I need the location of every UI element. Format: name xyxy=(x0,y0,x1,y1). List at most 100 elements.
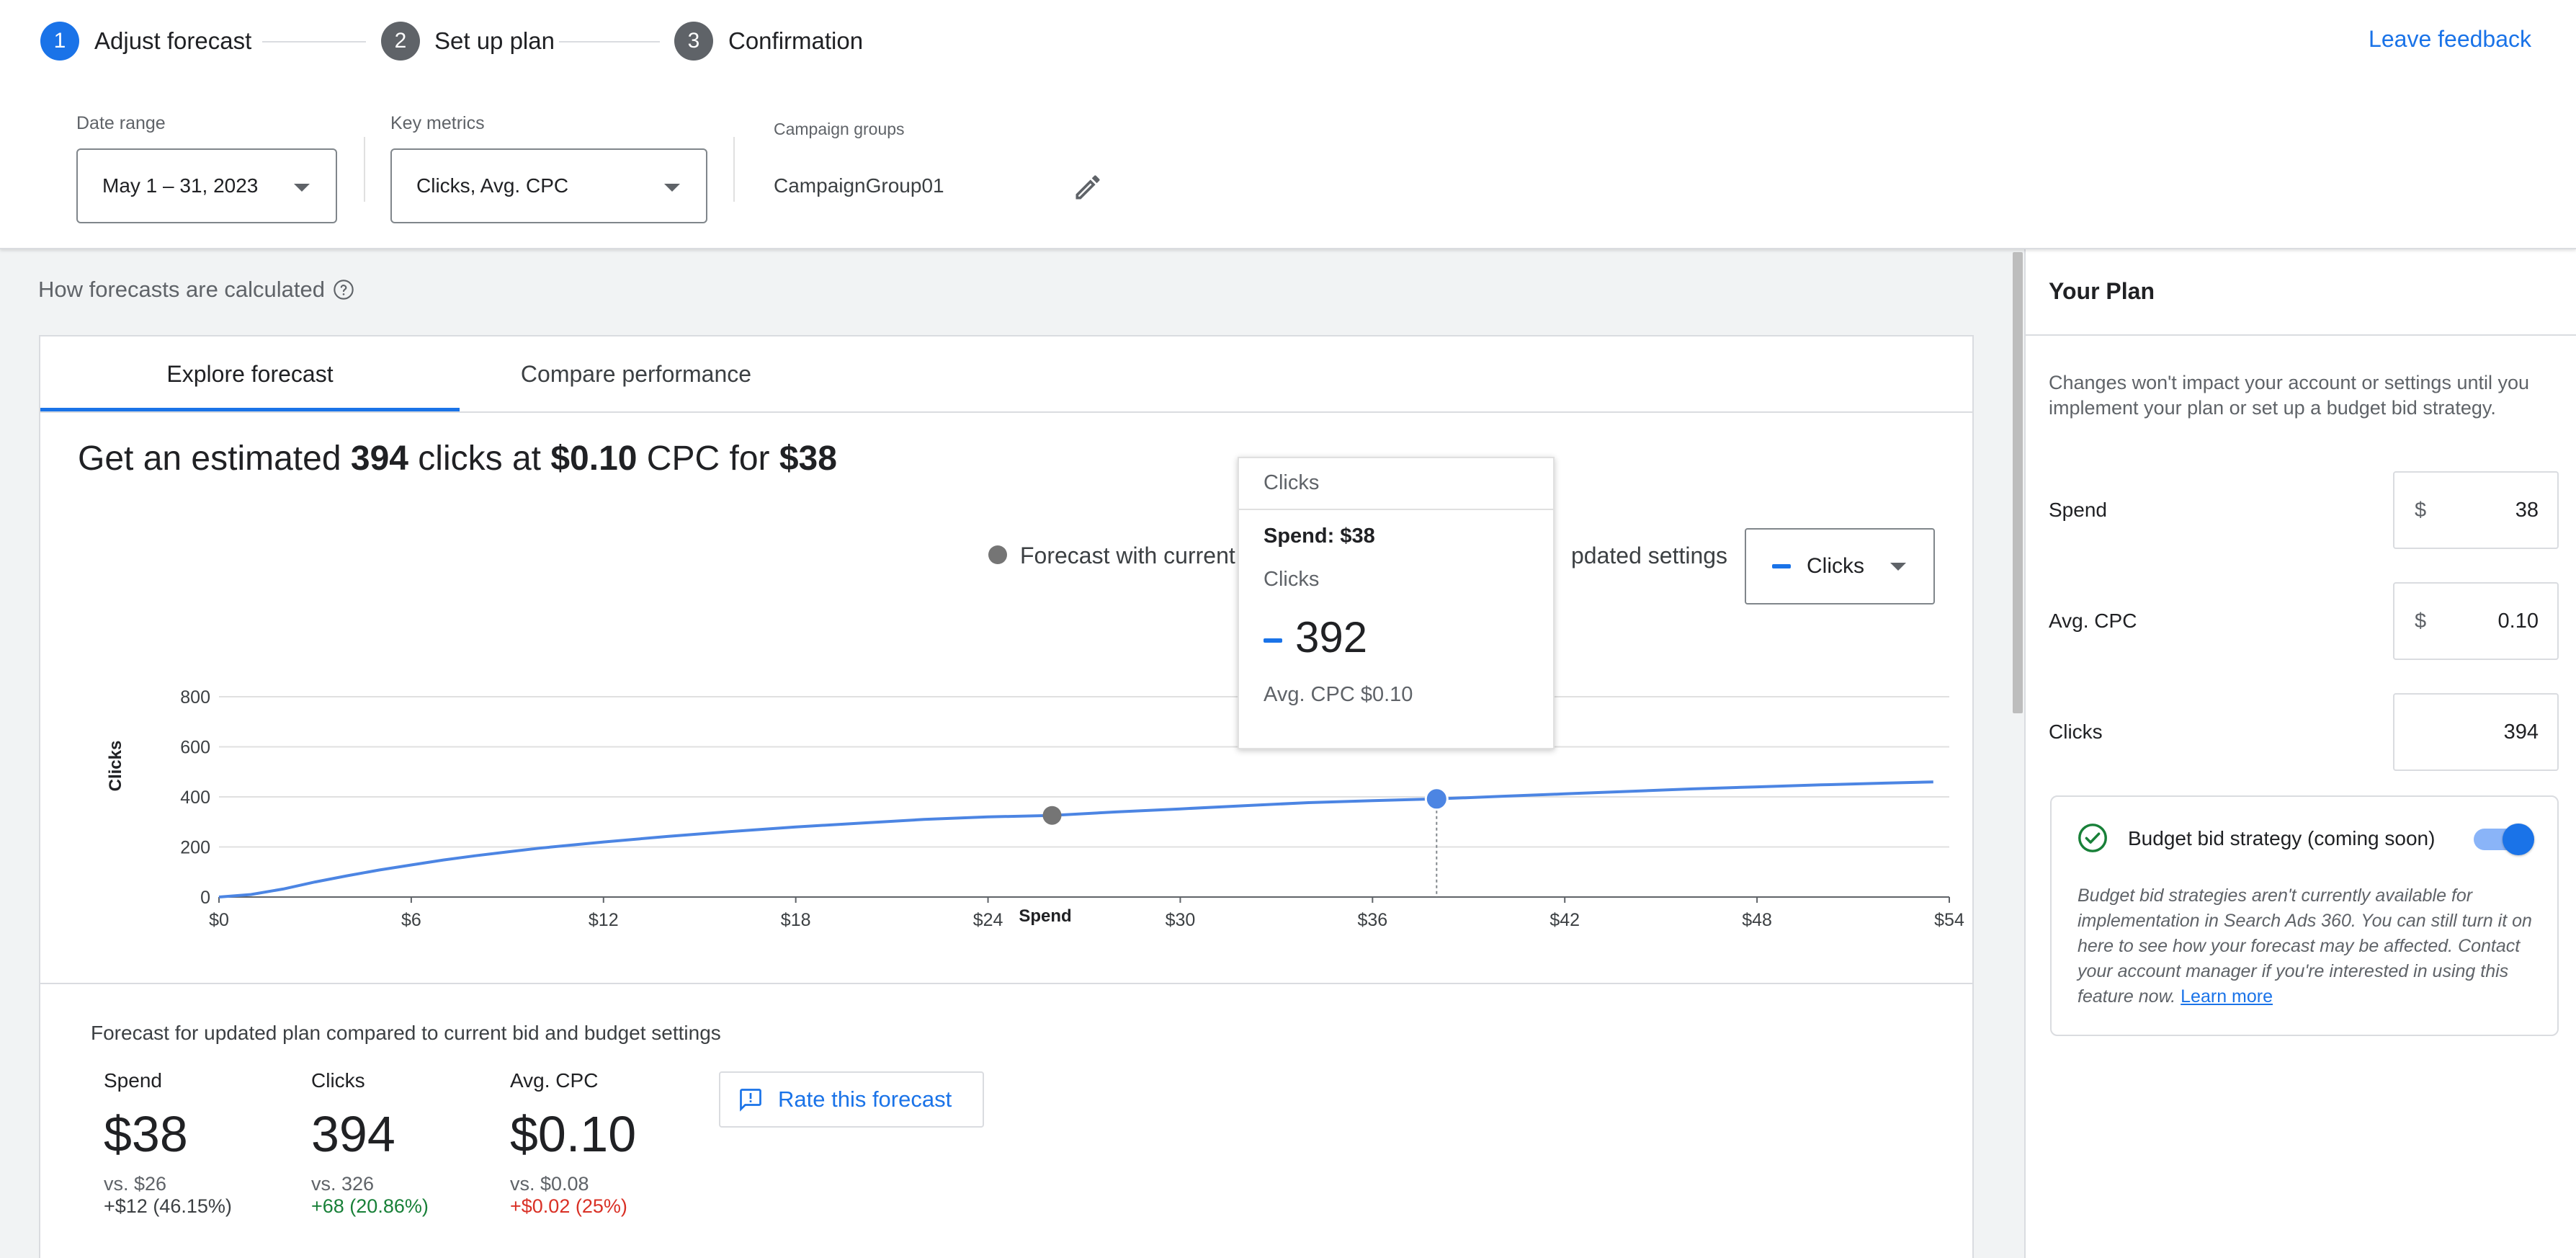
stat-value: $0.10 xyxy=(510,1106,637,1162)
stat-label: Spend xyxy=(104,1069,162,1092)
tab-label: Explore forecast xyxy=(166,361,334,387)
top-header: 1 Adjust forecast 2 Set up plan 3 Confir… xyxy=(0,0,2576,249)
series-line-icon xyxy=(1772,564,1791,568)
chart-tooltip: Clicks Spend: $38 Clicks 392 Avg. CPC $0… xyxy=(1238,457,1555,749)
date-range-select[interactable]: May 1 – 31, 2023 xyxy=(76,148,337,223)
tooltip-spend: Spend: $38 xyxy=(1264,525,1375,548)
currency-prefix: $ xyxy=(2415,609,2427,633)
x-tick-label: $24 xyxy=(973,910,1003,930)
learn-more-link[interactable]: Learn more xyxy=(2181,986,2273,1007)
y-axis-ticks: 800 600 400 200 0 xyxy=(180,687,210,908)
plan-clicks-value: 394 xyxy=(2503,720,2539,744)
headline-clicks: 394 xyxy=(350,440,408,478)
step-3-label: Confirmation xyxy=(728,27,864,54)
budget-strategy-card: Budget bid strategy (coming soon) Budget… xyxy=(2050,795,2559,1036)
x-tick-label: $6 xyxy=(401,910,421,930)
filter-divider xyxy=(733,137,735,202)
legend-updated-label: pdated settings xyxy=(1571,543,1728,568)
key-metrics-value: Clicks, Avg. CPC xyxy=(416,174,569,197)
step-2-indicator: 2 xyxy=(381,22,420,61)
x-tick-label: $42 xyxy=(1549,910,1580,930)
plan-cpc-label: Avg. CPC xyxy=(2049,610,2137,632)
plan-clicks-label: Clicks xyxy=(2049,721,2103,743)
tooltip-value: 392 xyxy=(1295,613,1368,661)
currency-prefix: $ xyxy=(2415,498,2427,522)
step-1-label: Adjust forecast xyxy=(94,27,252,54)
stat-label: Avg. CPC xyxy=(510,1069,599,1092)
x-tick-label: $18 xyxy=(781,910,811,930)
x-axis-ticks: $0 $6 $12 $18 $24 $30 $36 $42 $48 $54 xyxy=(209,897,1964,930)
tooltip-header: Clicks xyxy=(1264,471,1320,494)
y-tick-label: 600 xyxy=(180,738,210,758)
budget-strategy-toggle[interactable] xyxy=(2474,824,2534,855)
step-3-indicator: 3 xyxy=(674,22,713,61)
how-forecasts-calculated-text: How forecasts are calculated xyxy=(38,277,326,302)
panel-title: Your Plan xyxy=(2049,278,2155,304)
x-tick-label: $12 xyxy=(589,910,619,930)
stat-delta: +68 (20.86%) xyxy=(311,1195,429,1217)
tabs-divider xyxy=(40,411,1974,413)
stat-avg-cpc: Avg. CPC $0.10 vs. $0.08 +$0.02 (25%) xyxy=(510,1069,636,1218)
filter-divider xyxy=(364,137,365,202)
current-forecast-point xyxy=(1042,806,1062,825)
headline-text: Get an estimated xyxy=(78,440,351,478)
x-tick-label: $54 xyxy=(1934,910,1964,930)
y-tick-label: 400 xyxy=(180,788,210,808)
stat-value: $38 xyxy=(104,1106,188,1162)
x-tick-label: $0 xyxy=(209,910,229,930)
stat-spend: Spend $38 vs. $26 +$12 (46.15%) xyxy=(104,1069,232,1218)
step-connector xyxy=(559,41,660,43)
stat-value: 394 xyxy=(311,1106,395,1162)
y-tick-label: 0 xyxy=(200,888,210,908)
tab-compare-performance[interactable]: Compare performance xyxy=(460,336,813,412)
chevron-down-icon xyxy=(664,184,680,192)
tooltip-cpc: Avg. CPC $0.10 xyxy=(1264,683,1413,706)
budget-strategy-description: Budget bid strategies aren't currently a… xyxy=(2078,883,2546,1009)
date-range-label: Date range xyxy=(76,113,166,133)
headline-cpc: $0.10 xyxy=(550,440,638,478)
forecast-chart[interactable]: 8006004002000 $0 $6 $12 $18 $24 $30 $36 $42 $48 $… xyxy=(40,639,1975,942)
x-tick-label: $30 xyxy=(1166,910,1196,930)
plan-clicks-input[interactable]: 394 xyxy=(2393,693,2559,771)
forecast-card: Explore forecast Compare performance Get… xyxy=(39,335,1974,1258)
y-tick-label: 200 xyxy=(180,838,210,858)
campaign-groups-value: CampaignGroup01 xyxy=(774,174,944,197)
date-range-value: May 1 – 31, 2023 xyxy=(102,174,259,197)
x-tick-label: $48 xyxy=(1742,910,1772,930)
rate-forecast-button[interactable]: Rate this forecast xyxy=(719,1071,984,1128)
toggle-knob[interactable] xyxy=(2503,824,2534,855)
headline-text: clicks at xyxy=(408,440,551,478)
leave-feedback-link[interactable]: Leave feedback xyxy=(2369,26,2531,53)
tooltip-metric-label: Clicks xyxy=(1264,568,1320,591)
headline-spend: $38 xyxy=(779,440,837,478)
plan-cpc-input[interactable]: $ 0.10 xyxy=(2393,582,2559,660)
clicks-forecast-line xyxy=(218,780,1933,898)
chevron-down-icon xyxy=(294,184,310,192)
x-tick-label: $36 xyxy=(1357,910,1387,930)
comparison-caption: Forecast for updated plan compared to cu… xyxy=(91,1022,721,1044)
panel-divider xyxy=(2026,334,2576,336)
plan-spend-value: 38 xyxy=(2515,498,2539,522)
stat-delta: +$12 (46.15%) xyxy=(104,1195,232,1217)
step-1-indicator: 1 xyxy=(40,22,79,61)
metric-dropdown[interactable]: Clicks xyxy=(1745,528,1935,605)
y-axis-label: Clicks xyxy=(106,741,125,792)
chart-grid xyxy=(219,696,1949,898)
step-2-label: Set up plan xyxy=(434,27,555,54)
scrollbar-thumb[interactable] xyxy=(2013,252,2023,713)
budget-strategy-title: Budget bid strategy (coming soon) xyxy=(2128,827,2436,849)
stat-vs: vs. $26 xyxy=(104,1173,167,1195)
plan-spend-label: Spend xyxy=(2049,499,2107,521)
edit-pencil-icon[interactable] xyxy=(1072,171,1104,203)
legend-current-label: Forecast with current xyxy=(1020,543,1235,568)
how-forecasts-calculated[interactable]: How forecasts are calculated xyxy=(38,277,355,303)
description-text: Budget bid strategies aren't currently a… xyxy=(2078,885,2532,1007)
stat-vs: vs. 326 xyxy=(311,1173,375,1195)
key-metrics-select[interactable]: Clicks, Avg. CPC xyxy=(390,148,707,223)
plan-spend-input[interactable]: $ 38 xyxy=(2393,471,2559,549)
x-axis-label: Spend xyxy=(1019,906,1071,926)
plan-cpc-value: 0.10 xyxy=(2497,609,2539,633)
stat-delta: +$0.02 (25%) xyxy=(510,1195,627,1217)
chevron-down-icon xyxy=(1890,563,1906,571)
tab-explore-forecast[interactable]: Explore forecast xyxy=(40,336,460,412)
